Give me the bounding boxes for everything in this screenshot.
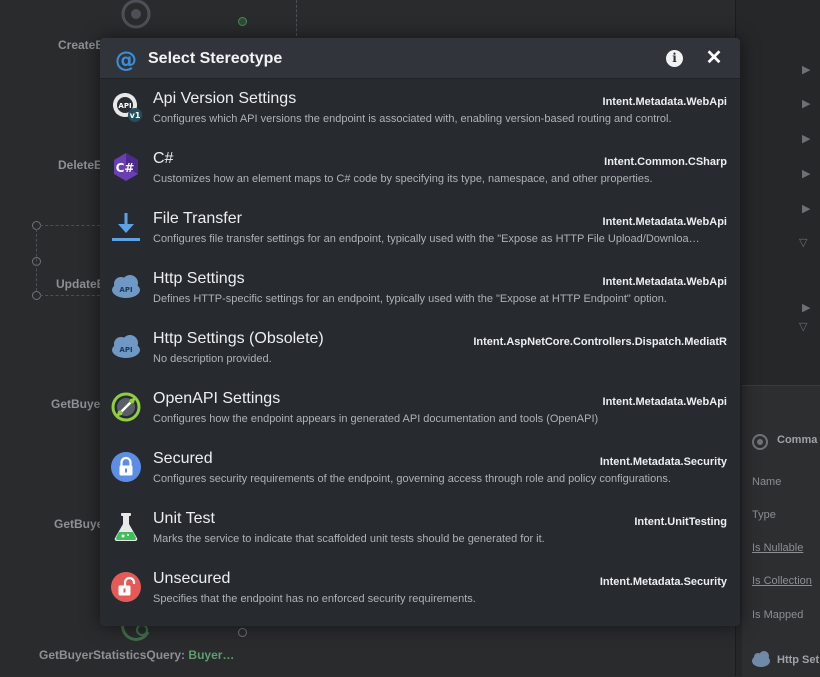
stereotype-item-file-transfer[interactable]: File Transfer Intent.Metadata.WebApi Con…	[100, 199, 740, 259]
canvas-label: UpdateE	[56, 277, 105, 291]
command-icon	[752, 434, 768, 450]
stereotype-description: Marks the service to indicate that scaff…	[153, 533, 545, 545]
stereotype-module: Intent.UnitTesting	[634, 516, 727, 528]
stereotype-item-api-version-settings[interactable]: API v1 Api Version Settings Intent.Metad…	[100, 79, 740, 139]
api-version-icon: API v1	[113, 93, 142, 122]
stereotype-name: OpenAPI Settings	[153, 390, 281, 407]
caret-right-icon[interactable]: ▶	[802, 63, 810, 76]
caret-down-icon[interactable]: ▽	[799, 320, 807, 333]
stereotype-name: Unsecured	[153, 570, 231, 587]
stereotype-name: File Transfer	[153, 210, 242, 227]
info-icon[interactable]: i	[666, 50, 683, 67]
api-cloud-icon: API	[112, 275, 140, 298]
api-cloud-obsolete-icon: API	[112, 335, 140, 358]
svg-text:C#: C#	[116, 161, 135, 175]
caret-right-icon[interactable]: ▶	[802, 202, 810, 215]
stereotype-item-csharp[interactable]: C# C# Intent.Common.CSharp Customizes ho…	[100, 139, 740, 199]
stereotype-description: Defines HTTP-specific settings for an en…	[153, 293, 667, 305]
stereotype-description: Configures security requirements of the …	[153, 473, 671, 485]
stereotype-name: Api Version Settings	[153, 90, 297, 107]
cloud-icon	[752, 651, 770, 667]
stereotype-description: No description provided.	[153, 353, 272, 365]
canvas-label: GetBuye	[54, 517, 104, 531]
close-icon[interactable]: ✕	[704, 47, 724, 69]
stereotype-item-secured[interactable]: Secured Intent.Metadata.Security Configu…	[100, 439, 740, 499]
canvas-label: DeleteE	[58, 158, 103, 172]
stereotype-module: Intent.Metadata.WebApi	[602, 276, 727, 288]
unlock-icon	[111, 572, 141, 602]
stereotype-item-http-settings-obsolete[interactable]: API Http Settings (Obsolete) Intent.AspN…	[100, 319, 740, 379]
canvas-label: GetBuye	[51, 397, 101, 411]
stereotype-name: Secured	[153, 450, 213, 467]
connector-dot[interactable]	[238, 628, 247, 637]
csharp-icon: C#	[114, 153, 138, 181]
svg-text:v1: v1	[130, 111, 141, 120]
connector-line	[40, 295, 100, 296]
download-icon	[112, 213, 140, 241]
caret-down-icon[interactable]: ▽	[799, 236, 807, 249]
caret-right-icon[interactable]: ▶	[802, 132, 810, 145]
caret-right-icon[interactable]: ▶	[802, 97, 810, 110]
stereotype-module: Intent.Metadata.Security	[599, 576, 727, 588]
panel-section-title: Http Set	[777, 654, 820, 666]
lock-icon	[111, 452, 141, 482]
stereotype-name: C#	[153, 150, 174, 167]
stereotype-item-http-settings[interactable]: API Http Settings Intent.Metadata.WebApi…	[100, 259, 740, 319]
property-label: Is Mapped	[752, 609, 804, 621]
select-stereotype-dialog: @ Select Stereotype i ✕ API v1 Api Versi…	[100, 38, 740, 626]
stereotype-list: API v1 Api Version Settings Intent.Metad…	[100, 79, 740, 619]
property-label: Is Nullable	[752, 542, 804, 554]
stereotype-description: Customizes how an element maps to C# cod…	[153, 173, 653, 185]
stereotype-item-unsecured[interactable]: Unsecured Intent.Metadata.Security Speci…	[100, 559, 740, 619]
node-icon	[121, 0, 151, 29]
stereotype-item-unit-test[interactable]: Unit Test Intent.UnitTesting Marks the s…	[100, 499, 740, 559]
stereotype-module: Intent.Metadata.WebApi	[602, 216, 727, 228]
stereotype-module: Intent.Common.CSharp	[604, 156, 727, 168]
stereotype-name: Http Settings (Obsolete)	[153, 330, 324, 347]
canvas-label: CreateB	[58, 38, 105, 52]
svg-text:API: API	[119, 346, 132, 354]
stereotype-module: Intent.Metadata.Security	[599, 456, 727, 468]
stereotype-description: Configures file transfer settings for an…	[153, 233, 700, 245]
stereotype-module: Intent.Metadata.WebApi	[602, 396, 727, 408]
stereotype-name: Unit Test	[153, 510, 215, 527]
query-label: GetBuyerStatisticsQuery: Buyer…	[39, 648, 235, 662]
properties-panel	[742, 385, 820, 677]
caret-right-icon[interactable]: ▶	[802, 301, 810, 314]
stereotype-name: Http Settings	[153, 270, 245, 287]
stereotype-description: Configures how the endpoint appears in g…	[153, 413, 599, 425]
dialog-header: @ Select Stereotype i ✕	[100, 38, 740, 79]
dialog-title: Select Stereotype	[148, 50, 283, 67]
panel-section-title: Comma	[777, 434, 818, 446]
svg-text:API: API	[118, 102, 131, 110]
connector-line	[40, 225, 100, 226]
caret-right-icon[interactable]: ▶	[802, 167, 810, 180]
stereotype-module: Intent.Metadata.WebApi	[602, 96, 727, 108]
openapi-icon	[111, 392, 141, 422]
svg-text:API: API	[119, 286, 132, 294]
property-label: Type	[752, 509, 776, 521]
connector-line	[296, 0, 297, 36]
stereotype-description: Specifies that the endpoint has no enfor…	[153, 593, 476, 605]
stereotype-description: Configures which API versions the endpoi…	[153, 113, 672, 125]
stereotype-item-openapi-settings[interactable]: OpenAPI Settings Intent.Metadata.WebApi …	[100, 379, 740, 439]
property-label: Is Collection	[752, 575, 812, 587]
flask-icon	[114, 513, 138, 542]
stereotype-module: Intent.AspNetCore.Controllers.Dispatch.M…	[473, 336, 727, 348]
at-sign-icon: @	[115, 48, 137, 71]
property-label: Name	[752, 476, 782, 488]
svg-text:@: @	[115, 48, 137, 71]
connector-dot	[238, 17, 247, 26]
connector-line	[36, 229, 37, 291]
